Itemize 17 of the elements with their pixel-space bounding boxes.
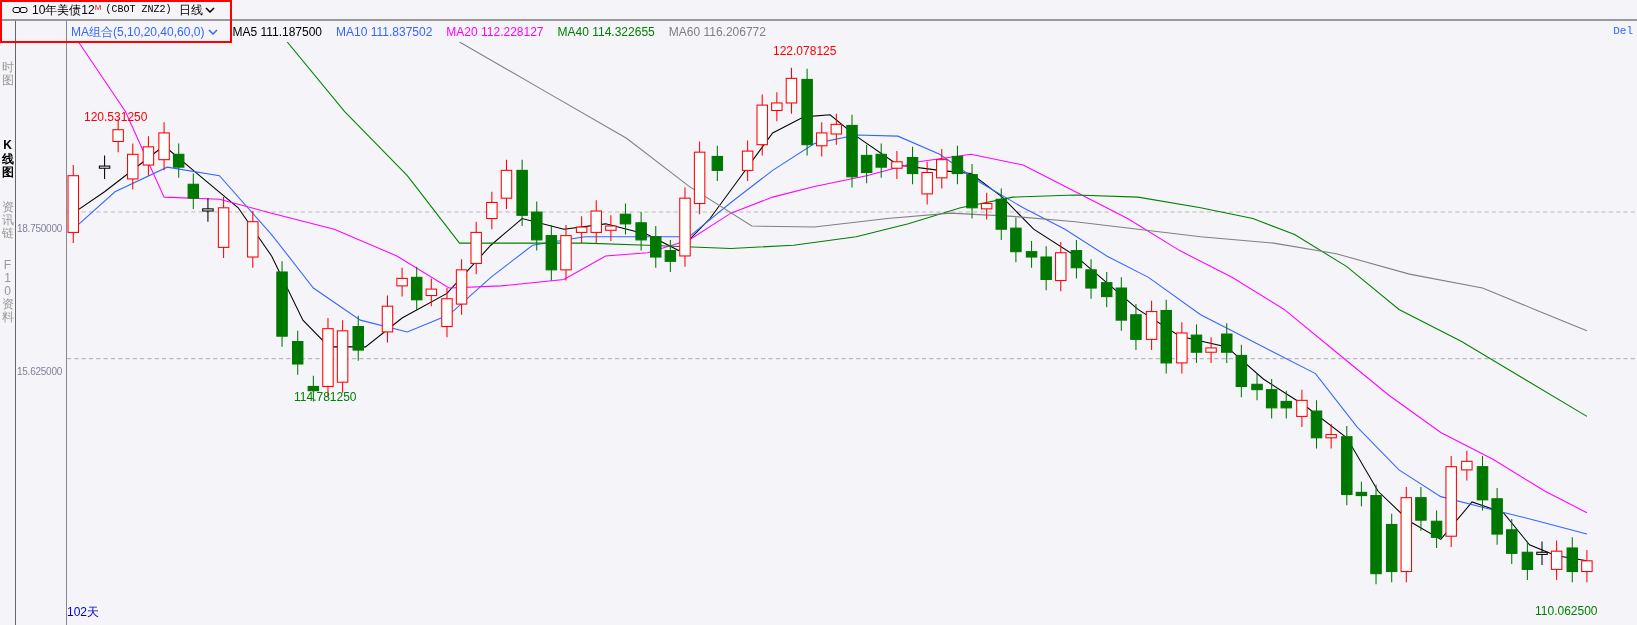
- side-tab[interactable]: 时图: [1, 61, 14, 88]
- delete-link[interactable]: Del: [1613, 23, 1633, 40]
- ma-legend-label: MA10 111.837502: [336, 23, 433, 41]
- side-tab[interactable]: K线图: [1, 139, 14, 179]
- ma-legend-label: MA5 111.187500: [232, 23, 323, 41]
- instrument-code: (CBOT ZNZ2): [105, 3, 172, 17]
- period-dropdown[interactable]: 日线: [179, 0, 216, 19]
- ma-legend-label: MA60 116.206772: [668, 23, 766, 41]
- side-tab[interactable]: F10资料: [1, 258, 14, 325]
- price-annotation: 122.078125: [773, 43, 837, 60]
- price-annotation: 110.062500: [1535, 603, 1598, 620]
- indicator-dropdown[interactable]: MA组合(5,10,20,40,60,0): [71, 22, 219, 41]
- day-count: 102天: [67, 604, 100, 621]
- ma-legend-label: MA40 114.322655: [557, 23, 655, 41]
- instrument-name: 10年美债12$^{M}$: [32, 1, 102, 19]
- ma-legend-label: MA20 112.228127: [446, 23, 544, 41]
- side-tab[interactable]: 资讯链: [1, 200, 14, 241]
